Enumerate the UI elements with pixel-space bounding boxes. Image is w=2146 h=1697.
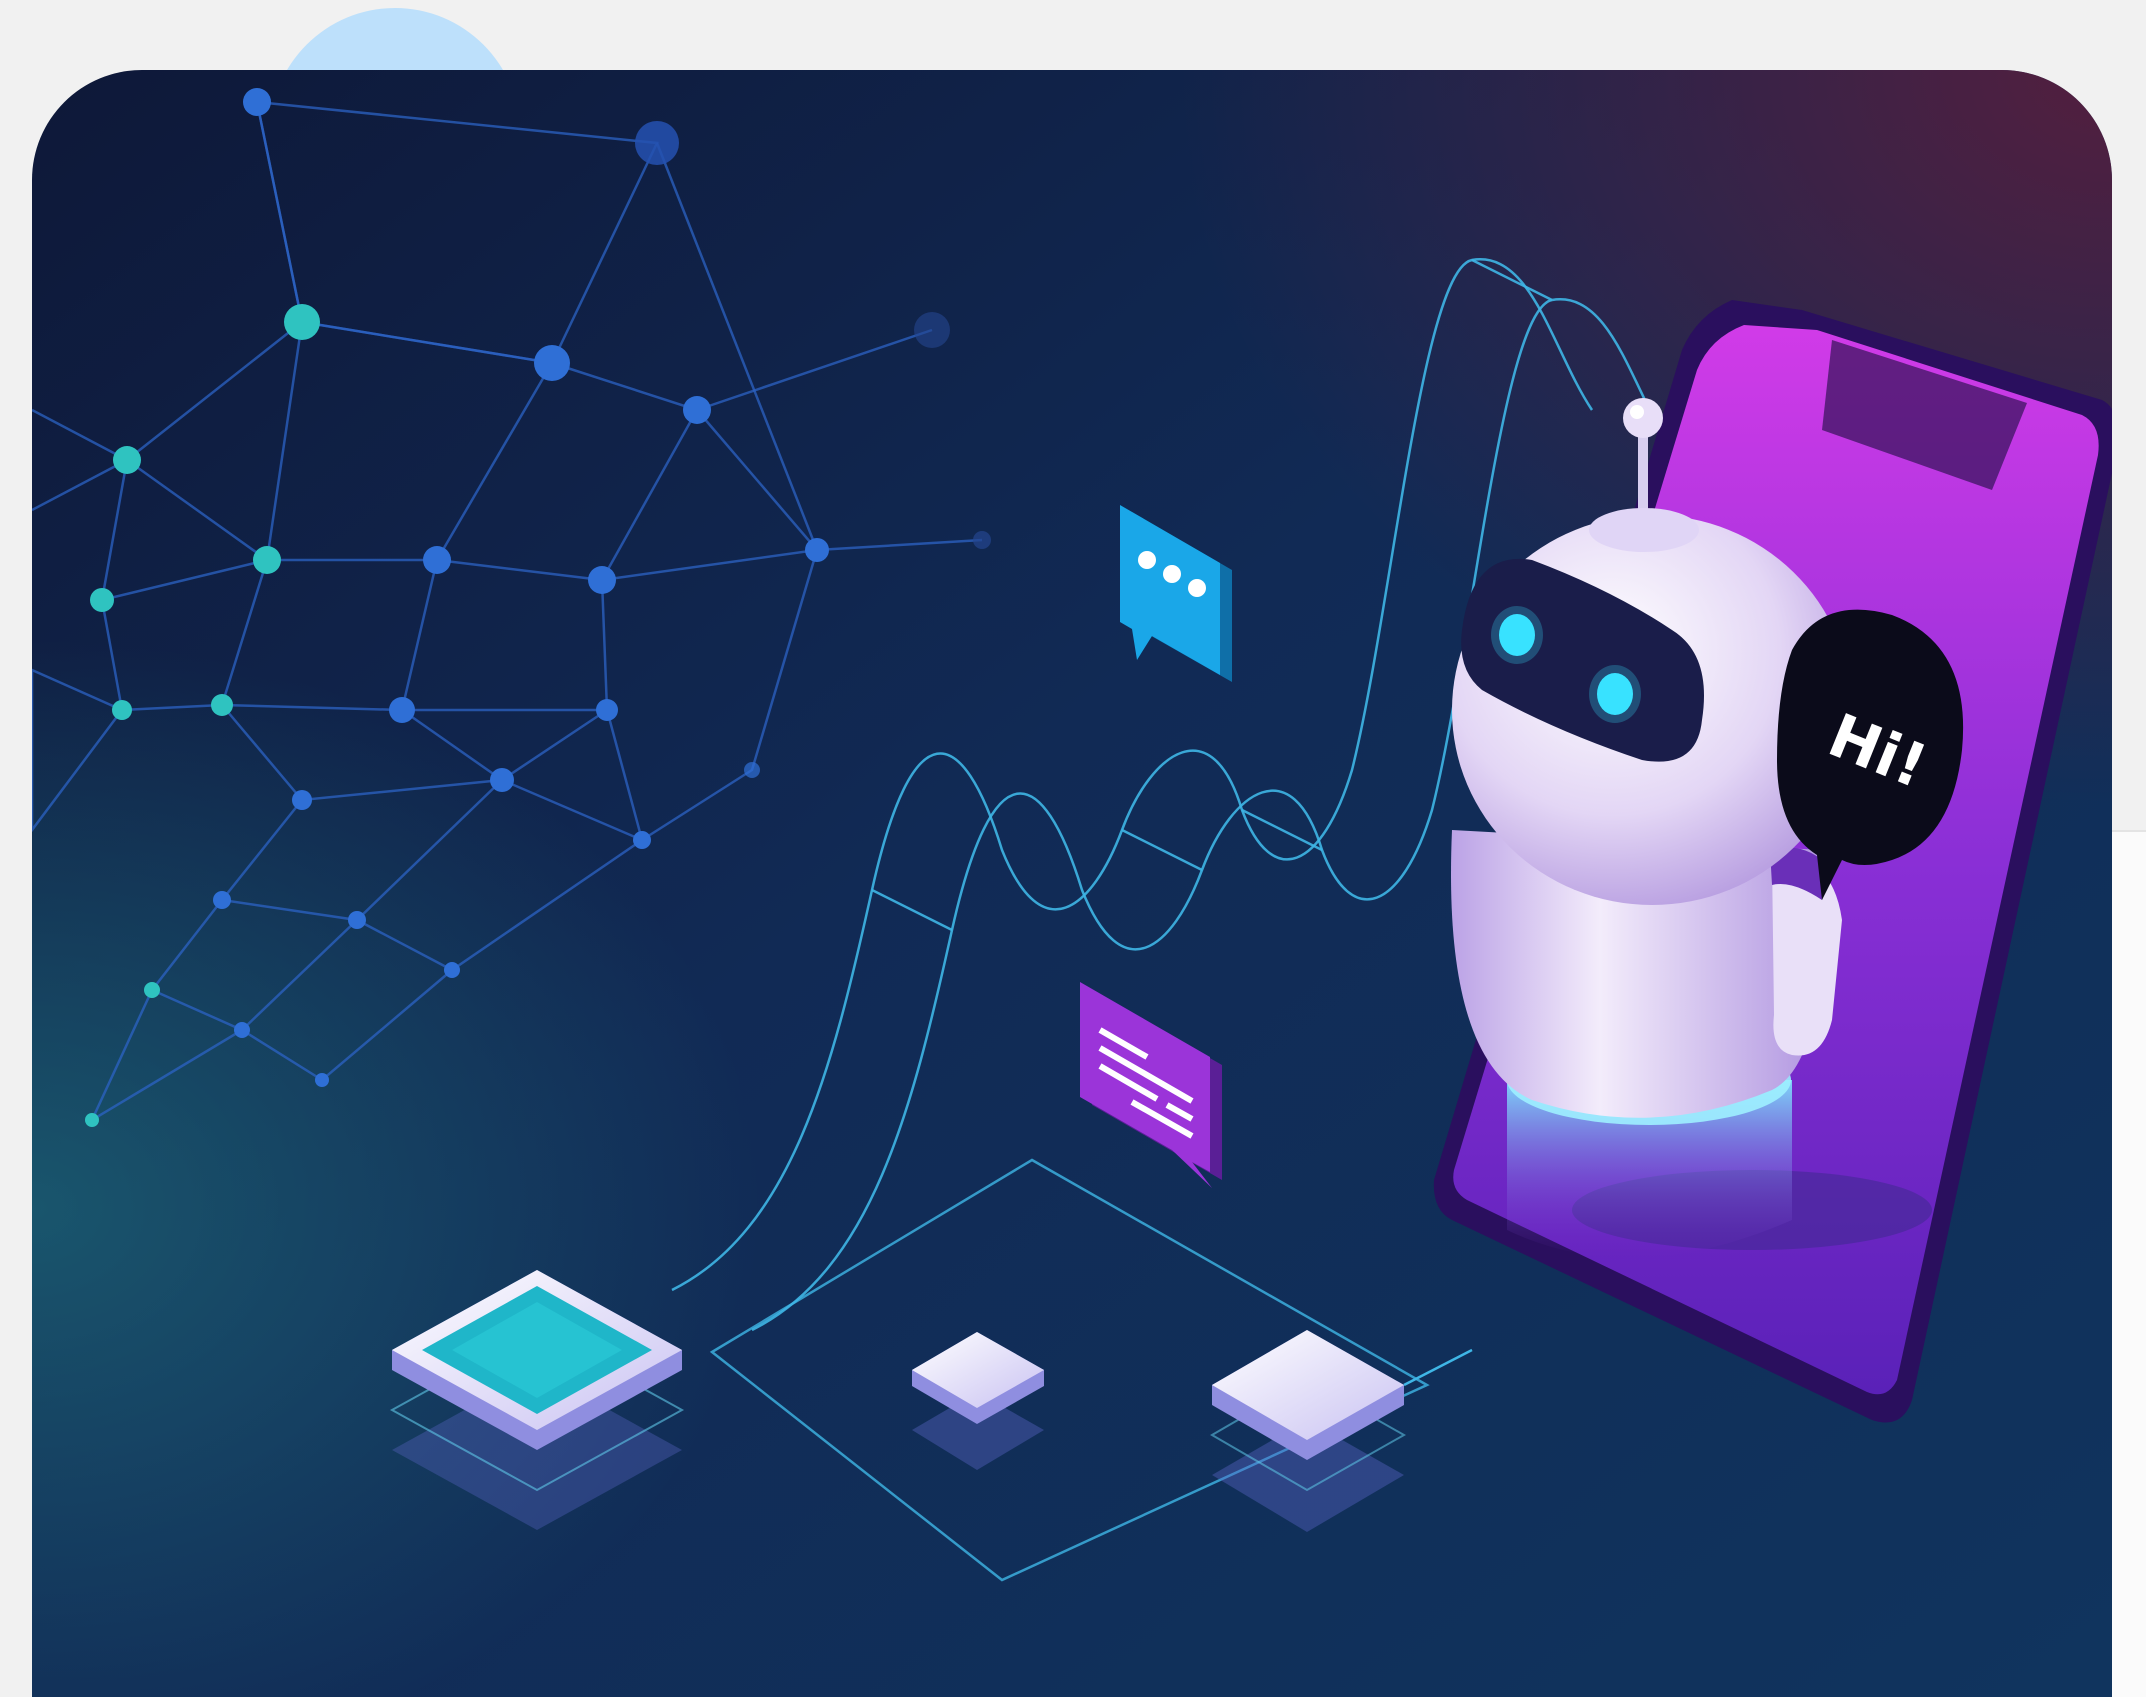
- page: Hi!: [0, 0, 2146, 1697]
- chatbot-illustration: Hi!: [32, 70, 2112, 1697]
- chatbot-illustration-card: Hi!: [32, 70, 2112, 1697]
